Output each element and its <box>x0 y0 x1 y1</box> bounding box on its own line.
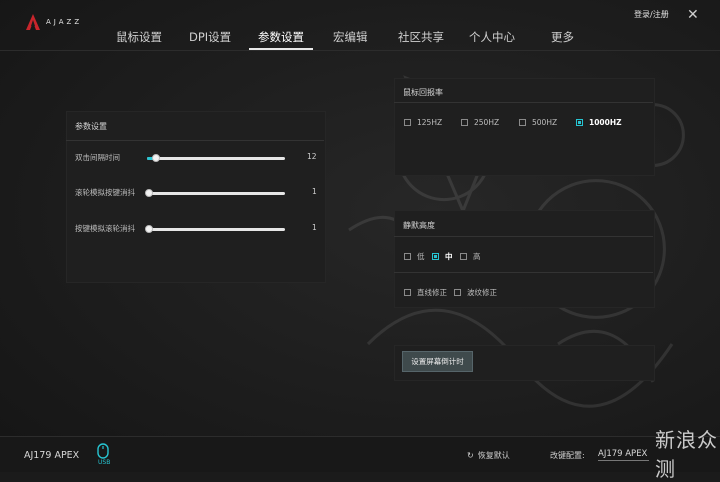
double-click-interval-row: 双击间隔时间 12 <box>75 152 320 166</box>
footer-bar: AJ179 APEX USB ↻ 恢复默认 改键配置: AJ179 APEX <box>0 436 720 472</box>
set-screen-countdown-button[interactable]: 设置屏幕倒计时 <box>402 351 473 372</box>
checkbox-checked[interactable] <box>576 119 583 126</box>
ajazz-logo-icon <box>26 14 40 30</box>
refresh-icon: ↻ <box>467 451 474 460</box>
brand-name: AJAZZ <box>46 18 83 26</box>
panel-divider <box>66 140 324 141</box>
wheel-debounce-row: 滚轮模拟按键消抖 1 <box>75 187 320 201</box>
panel-divider <box>394 272 653 273</box>
key-debounce-slider[interactable] <box>145 225 285 233</box>
silent-height-title: 静默高度 <box>403 221 435 230</box>
report-rate-500[interactable]: 500HZ <box>519 118 557 127</box>
close-icon[interactable]: ✕ <box>687 7 699 23</box>
panel-divider <box>394 102 653 103</box>
report-rate-1000[interactable]: 1000HZ <box>576 118 622 127</box>
slider-value: 1 <box>312 187 317 196</box>
report-rate-125[interactable]: 125HZ <box>404 118 442 127</box>
mouse-icon <box>97 443 109 459</box>
header-divider <box>0 50 720 51</box>
checkbox[interactable] <box>404 253 411 260</box>
key-debounce-row: 按键模拟滚轮消抖 1 <box>75 223 320 237</box>
angle-snapping-option[interactable]: 直线修正 <box>404 287 447 298</box>
slider-value: 12 <box>307 152 317 161</box>
parameter-settings-title: 参数设置 <box>75 122 107 131</box>
checkbox[interactable] <box>519 119 526 126</box>
wheel-debounce-slider[interactable] <box>145 189 285 197</box>
silent-height-mid[interactable]: 中 <box>432 251 453 262</box>
checkbox[interactable] <box>461 119 468 126</box>
key-config-label: 改键配置: <box>550 451 585 460</box>
tab-more[interactable]: 更多 <box>551 29 574 49</box>
checkbox-checked[interactable] <box>432 253 439 260</box>
login-register-link[interactable]: 登录/注册 <box>634 9 669 20</box>
tab-parameter-settings[interactable]: 参数设置 <box>249 29 313 50</box>
watermark-text: 新浪众测 <box>655 428 718 481</box>
silent-height-low[interactable]: 低 <box>404 251 425 262</box>
slider-label: 按键模拟滚轮消抖 <box>75 224 135 233</box>
key-config-select[interactable]: AJ179 APEX <box>598 449 650 461</box>
tab-mouse-settings[interactable]: 鼠标设置 <box>116 29 162 49</box>
checkbox[interactable] <box>454 289 461 296</box>
tab-macro-editor[interactable]: 宏编辑 <box>333 29 368 49</box>
report-rate-title: 鼠标回报率 <box>403 88 443 97</box>
brand-logo: AJAZZ <box>26 14 82 30</box>
silent-height-high[interactable]: 高 <box>460 251 481 262</box>
device-name: AJ179 APEX <box>24 450 80 461</box>
checkbox[interactable] <box>404 119 411 126</box>
slider-thumb[interactable] <box>145 225 153 233</box>
report-rate-250[interactable]: 250HZ <box>461 118 499 127</box>
panel-divider <box>394 236 653 237</box>
slider-thumb[interactable] <box>152 154 160 162</box>
tab-community-share[interactable]: 社区共享 <box>398 29 444 49</box>
tab-personal-center[interactable]: 个人中心 <box>469 29 515 49</box>
slider-label: 双击间隔时间 <box>75 153 120 162</box>
double-click-interval-slider[interactable] <box>147 154 285 162</box>
usb-connection-label: USB <box>98 459 111 466</box>
checkbox[interactable] <box>404 289 411 296</box>
title-bar: AJAZZ 鼠标设置 DPI设置 参数设置 宏编辑 社区共享 个人中心 更多 登… <box>0 0 720 50</box>
checkbox[interactable] <box>460 253 467 260</box>
slider-value: 1 <box>312 223 317 232</box>
restore-default-button[interactable]: ↻ 恢复默认 <box>467 450 510 461</box>
slider-label: 滚轮模拟按键消抖 <box>75 188 135 197</box>
ripple-control-option[interactable]: 波纹修正 <box>454 287 497 298</box>
tab-dpi-settings[interactable]: DPI设置 <box>189 29 231 49</box>
slider-thumb[interactable] <box>145 189 153 197</box>
